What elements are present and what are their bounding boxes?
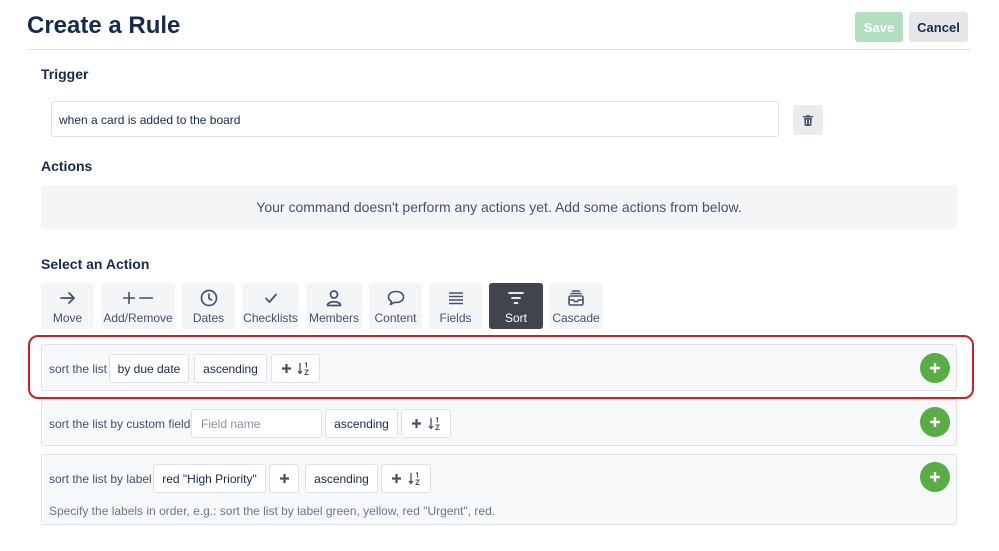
tab-label: Content [374, 311, 417, 325]
plus-icon [930, 417, 940, 427]
plus-minus-icon [122, 291, 154, 305]
select-action-heading: Select an Action [41, 256, 150, 272]
add-action-button[interactable] [920, 407, 950, 437]
tab-label: Sort [504, 311, 527, 325]
custom-field-input[interactable]: Field name [191, 409, 322, 438]
trash-icon [803, 114, 813, 126]
highlight-outline [28, 335, 974, 399]
sort-order-select[interactable]: ascending [305, 464, 378, 493]
tab-label: Fields [439, 311, 472, 325]
tab-dates[interactable]: Dates [182, 283, 235, 329]
plus-icon [412, 419, 421, 428]
filter-icon [508, 292, 524, 304]
cancel-button[interactable]: Cancel [909, 12, 968, 42]
tab-label: Add/Remove [103, 311, 173, 325]
add-label-button[interactable] [269, 464, 299, 493]
tab-content[interactable]: Content [369, 283, 422, 329]
header: Create a Rule Save Cancel [27, 0, 970, 50]
plus-icon [279, 474, 289, 483]
tab-label: Cascade [552, 311, 600, 325]
tab-label: Move [52, 311, 83, 325]
tab-move[interactable]: Move [41, 283, 94, 329]
checkmark-icon [264, 293, 277, 303]
sort-by-custom-field-card: sort the list by custom field Field name… [41, 399, 957, 446]
add-sort-control[interactable] [381, 464, 431, 493]
tab-label: Checklists [243, 311, 298, 325]
person-icon [326, 290, 342, 307]
tab-fields[interactable]: Fields [429, 283, 482, 329]
add-action-button[interactable] [920, 462, 950, 492]
delete-trigger-button[interactable] [793, 105, 823, 135]
sort-by-label-card: sort the list by label red "High Priorit… [41, 454, 957, 525]
tab-sort[interactable]: Sort [489, 283, 543, 329]
inbox-icon [568, 290, 584, 306]
card-prefix: sort the list by label [49, 472, 152, 486]
sort-order-select[interactable]: ascending [325, 409, 398, 438]
tab-label: Dates [192, 311, 225, 325]
sort-number-icon [408, 472, 420, 485]
actions-heading: Actions [41, 158, 93, 174]
speech-bubble-icon [387, 290, 404, 306]
plus-icon [930, 472, 940, 482]
tab-add-remove[interactable]: Add/Remove [101, 283, 175, 329]
trigger-field[interactable]: when a card is added to the board [51, 101, 779, 137]
save-button[interactable]: Save [855, 12, 903, 42]
page-title: Create a Rule [27, 12, 181, 39]
tab-members[interactable]: Members [306, 283, 362, 329]
card-prefix: sort the list by custom field [49, 417, 191, 431]
clock-icon [200, 289, 217, 307]
tab-cascade[interactable]: Cascade [549, 283, 603, 329]
arrow-right-icon [59, 292, 75, 304]
label-hint-text: Specify the labels in order, e.g.: sort … [49, 504, 496, 518]
trigger-heading: Trigger [41, 66, 89, 82]
tab-label: Members [308, 311, 359, 325]
sort-number-icon [428, 417, 440, 430]
empty-actions-message: Your command doesn't perform any actions… [41, 185, 957, 229]
plus-icon [392, 474, 401, 483]
lines-icon [448, 292, 463, 305]
add-sort-control[interactable] [401, 409, 451, 438]
label-select[interactable]: red "High Priority" [153, 464, 266, 493]
tab-checklists[interactable]: Checklists [242, 283, 299, 329]
